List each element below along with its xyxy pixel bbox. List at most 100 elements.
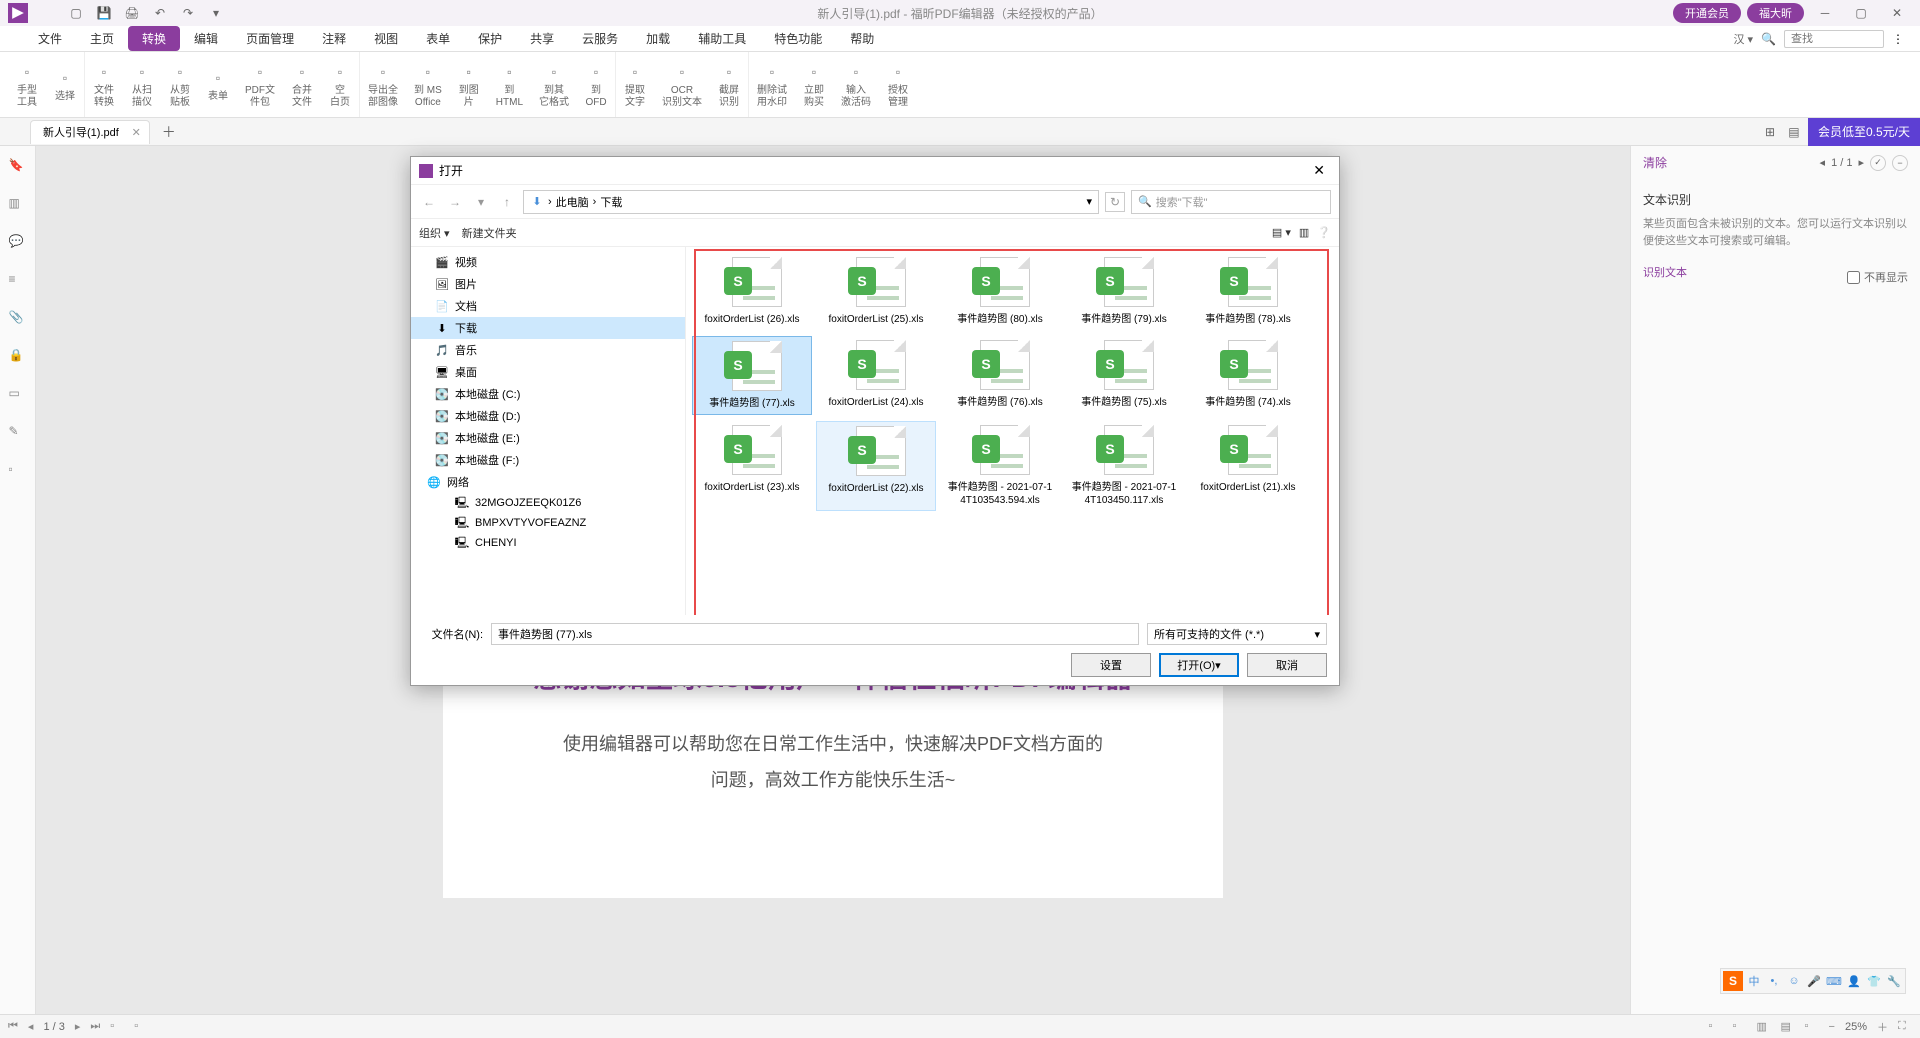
ribbon-item-11[interactable]: ▫到图 片 — [450, 52, 488, 117]
ribbon-item-14[interactable]: ▫到 OFD — [577, 52, 616, 117]
file-item[interactable]: S事件趋势图 (77).xls — [692, 336, 812, 415]
address-bar[interactable]: ⬇ › 此电脑 › 下载 ▾ — [523, 190, 1099, 214]
menu-item-2[interactable]: 转换 — [128, 26, 180, 51]
tree-item-图片[interactable]: 🖼图片 — [411, 273, 685, 295]
ribbon-item-2[interactable]: ▫文件 转换 — [85, 52, 123, 117]
filename-input[interactable] — [491, 623, 1139, 645]
first-page-icon[interactable]: ⏮ — [8, 1020, 18, 1033]
security-icon[interactable]: 🔒 — [9, 348, 27, 366]
menu-search-input[interactable] — [1784, 30, 1884, 48]
file-item[interactable]: S事件趋势图 (75).xls — [1064, 336, 1184, 415]
signatures-icon[interactable]: ✎ — [9, 424, 27, 442]
next-page-icon[interactable]: ▸ — [75, 1020, 81, 1033]
cancel-button[interactable]: 取消 — [1247, 653, 1327, 677]
nav-back-icon[interactable]: ← — [419, 192, 439, 212]
maximize-button[interactable]: ▢ — [1846, 3, 1876, 23]
clear-button[interactable]: 清除 — [1643, 154, 1667, 171]
layers-icon[interactable]: ≡ — [9, 272, 27, 290]
file-item[interactable]: SfoxitOrderList (26).xls — [692, 253, 812, 330]
view-options-icon[interactable]: ▤ ▾ — [1272, 226, 1291, 239]
nav-forward-icon[interactable]: → — [445, 192, 465, 212]
organize-button[interactable]: 组织 ▾ — [419, 225, 450, 241]
ribbon-item-7[interactable]: ▫合并 文件 — [283, 52, 321, 117]
menu-item-0[interactable]: 文件 — [24, 26, 76, 51]
prev-page-icon[interactable]: ◂ — [28, 1020, 34, 1033]
menu-item-4[interactable]: 页面管理 — [232, 26, 308, 51]
redo-icon[interactable]: ↷ — [180, 5, 196, 21]
pages-icon[interactable]: ▥ — [9, 196, 27, 214]
ime-lang[interactable]: 中 — [1745, 972, 1763, 990]
tree-item-CHENYI[interactable]: 🖳CHENYI — [411, 533, 685, 553]
menu-item-10[interactable]: 云服务 — [568, 26, 632, 51]
check-icon[interactable]: ✓ — [1870, 155, 1886, 171]
ribbon-item-6[interactable]: ▫PDF文 件包 — [237, 52, 283, 117]
menu-item-1[interactable]: 主页 — [76, 26, 128, 51]
menu-item-14[interactable]: 帮助 — [836, 26, 888, 51]
preview-pane-icon[interactable]: ▥ — [1299, 226, 1309, 239]
vip-button[interactable]: 开通会员 — [1673, 3, 1741, 23]
undo-icon[interactable]: ↶ — [152, 5, 168, 21]
brand-button[interactable]: 福大昕 — [1747, 3, 1804, 23]
tree-item-本地磁盘 (E:)[interactable]: 💽本地磁盘 (E:) — [411, 427, 685, 449]
file-item[interactable]: S事件趋势图 (78).xls — [1188, 253, 1308, 330]
tab-close-icon[interactable]: ✕ — [132, 126, 141, 139]
add-tab-button[interactable]: ＋ — [162, 122, 176, 142]
menu-item-11[interactable]: 加载 — [632, 26, 684, 51]
dialog-search-input[interactable]: 🔍 搜索"下载" — [1131, 190, 1331, 214]
qat-dropdown-icon[interactable]: ▾ — [208, 5, 224, 21]
ime-voice-icon[interactable]: 🎤 — [1805, 972, 1823, 990]
ribbon-item-3[interactable]: ▫从扫 描仪 — [123, 52, 161, 117]
print-icon[interactable]: 🖨 — [124, 5, 140, 21]
file-item[interactable]: S事件趋势图 - 2021-07-14T103543.594.xls — [940, 421, 1060, 511]
menu-item-12[interactable]: 辅助工具 — [684, 26, 760, 51]
promo-badge[interactable]: 会员低至0.5元/天 — [1808, 118, 1920, 146]
menu-item-7[interactable]: 表单 — [412, 26, 464, 51]
file-item[interactable]: S事件趋势图 (74).xls — [1188, 336, 1308, 415]
file-item[interactable]: S事件趋势图 (76).xls — [940, 336, 1060, 415]
menu-item-6[interactable]: 视图 — [360, 26, 412, 51]
ribbon-item-9[interactable]: ▫导出全 部图像 — [360, 52, 406, 117]
attachments-icon[interactable]: 📎 — [9, 310, 27, 328]
next-result-icon[interactable]: ▸ — [1858, 156, 1864, 169]
ribbon-item-20[interactable]: ▫输入 激活码 — [833, 52, 879, 117]
ime-logo-icon[interactable]: S — [1723, 971, 1743, 991]
save-icon[interactable]: 💾 — [96, 5, 112, 21]
menu-item-9[interactable]: 共享 — [516, 26, 568, 51]
ime-person-icon[interactable]: 👤 — [1845, 972, 1863, 990]
ribbon-item-19[interactable]: ▫立即 购买 — [795, 52, 833, 117]
ribbon-item-16[interactable]: ▫OCR 识别文本 — [654, 52, 710, 117]
tree-item-BMPXVTYVOFEAZNZ[interactable]: 🖳BMPXVTYVOFEAZNZ — [411, 513, 685, 533]
settings-button[interactable]: 设置 — [1071, 653, 1151, 677]
ribbon-item-1[interactable]: ▫选择 — [46, 52, 85, 117]
more-icon[interactable]: ▫ — [9, 462, 27, 480]
document-tab[interactable]: 新人引导(1).pdf ✕ — [30, 120, 150, 144]
new-folder-button[interactable]: 新建文件夹 — [462, 225, 517, 241]
comments-icon[interactable]: 💬 — [9, 234, 27, 252]
file-item[interactable]: S事件趋势图 (79).xls — [1064, 253, 1184, 330]
view-mode-1-icon[interactable]: ▫ — [1709, 1020, 1723, 1034]
ribbon-item-8[interactable]: ▫空 白页 — [321, 52, 360, 117]
fields-icon[interactable]: ▭ — [9, 386, 27, 404]
dont-show-checkbox-input[interactable] — [1847, 271, 1860, 284]
ime-keyboard-icon[interactable]: ⌨ — [1825, 972, 1843, 990]
ribbon-item-0[interactable]: ▫手型 工具 — [8, 52, 46, 117]
ime-shirt-icon[interactable]: 👕 — [1865, 972, 1883, 990]
open-icon[interactable]: ▢ — [68, 5, 84, 21]
ribbon-item-10[interactable]: ▫到 MS Office — [406, 52, 450, 117]
view-mode-2-icon[interactable]: ▫ — [1733, 1020, 1747, 1034]
ribbon-item-4[interactable]: ▫从剪 贴板 — [161, 52, 199, 117]
ime-punct-icon[interactable]: •, — [1765, 972, 1783, 990]
minus-icon[interactable]: − — [1892, 155, 1908, 171]
sb-icon-2[interactable]: ▫ — [134, 1020, 148, 1034]
tree-item-32MGOJZEEQK01Z6[interactable]: 🖳32MGOJZEEQK01Z6 — [411, 493, 685, 513]
zoom-in-icon[interactable]: ＋ — [1877, 1019, 1888, 1035]
nav-history-icon[interactable]: ▾ — [471, 192, 491, 212]
refresh-icon[interactable]: ↻ — [1105, 192, 1125, 212]
grid-view-icon[interactable]: ⊞ — [1760, 122, 1780, 142]
dont-show-checkbox[interactable]: 不再显示 — [1847, 269, 1908, 285]
path-dropdown-icon[interactable]: ▾ — [1086, 195, 1092, 208]
ribbon-item-21[interactable]: ▫授权 管理 — [879, 52, 917, 117]
ribbon-item-17[interactable]: ▫截屏 识别 — [710, 52, 749, 117]
ribbon-item-12[interactable]: ▫到 HTML — [488, 52, 531, 117]
file-item[interactable]: SfoxitOrderList (24).xls — [816, 336, 936, 415]
